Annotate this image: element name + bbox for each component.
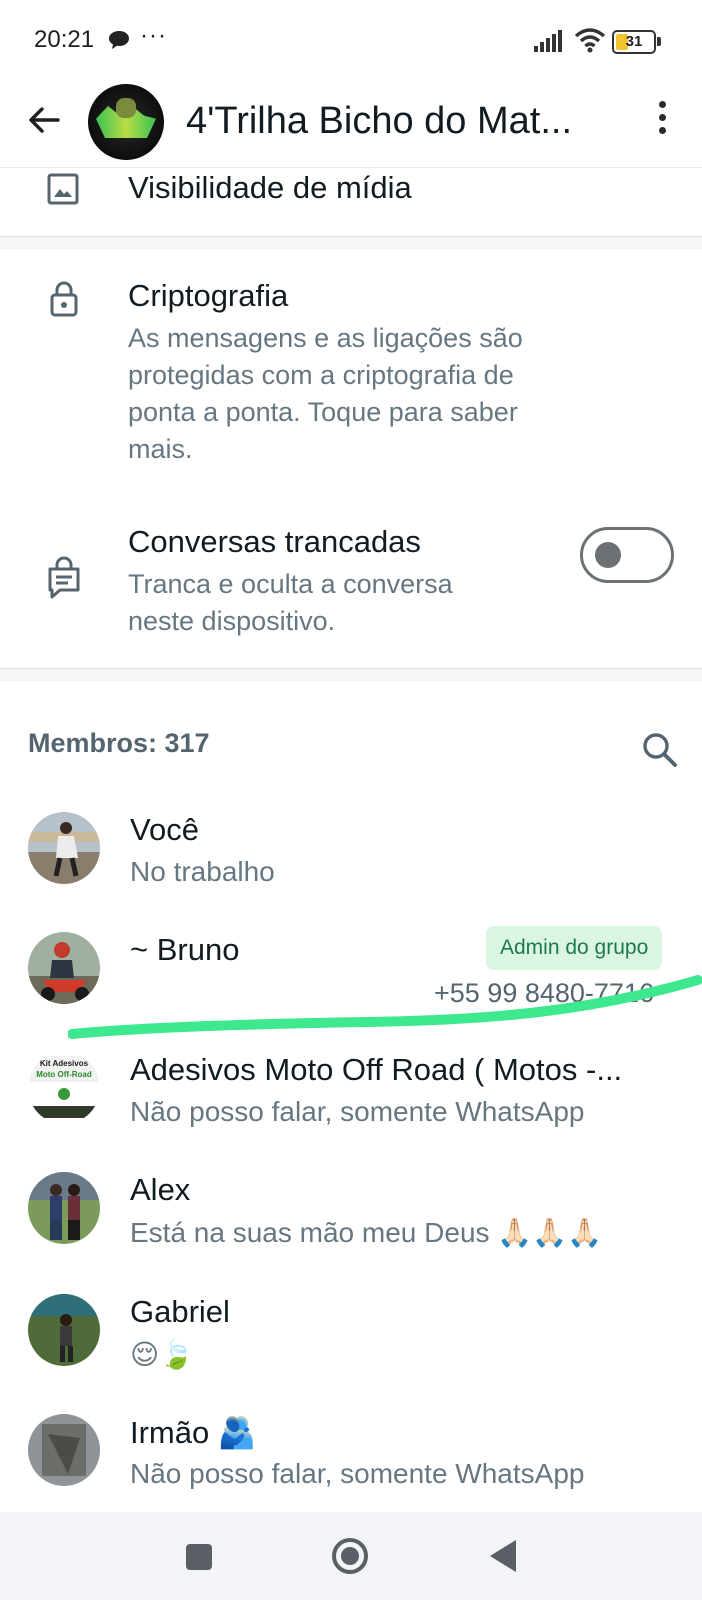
media-visibility-row[interactable]: Visibilidade de mídia (0, 168, 702, 236)
encryption-title: Criptografia (128, 278, 289, 313)
overflow-menu-icon[interactable] (644, 98, 680, 142)
member-name: Você (130, 812, 199, 847)
encryption-description: As mensagens e as ligações são protegida… (128, 323, 523, 464)
image-icon (47, 173, 79, 205)
member-name: Gabriel (130, 1294, 230, 1329)
locked-chats-title: Conversas trancadas (128, 524, 421, 559)
more-notifications-icon: ··· (140, 22, 167, 49)
member-avatar (28, 932, 100, 1004)
member-name: Alex (130, 1172, 191, 1207)
member-name: Irmão 🫂 (130, 1415, 257, 1450)
member-status: 😌🍃 (130, 1339, 195, 1370)
member-status: Está na suas mão meu Deus 🙏🏻🙏🏻🙏🏻 (130, 1217, 602, 1248)
member-avatar (28, 1172, 100, 1244)
member-phone: +55 99 8480-7716 (434, 978, 654, 1008)
member-name: Adesivos Moto Off Road ( Motos -... (130, 1052, 623, 1087)
member-avatar (28, 1414, 100, 1486)
app-bar: 4'Trilha Bicho do Mat... (0, 84, 702, 168)
toggle-knob (595, 542, 621, 568)
group-name[interactable]: 4'Trilha Bicho do Mat... (186, 100, 616, 143)
wifi-icon (574, 28, 606, 53)
locked-chat-icon (48, 556, 80, 599)
member-row-gabriel[interactable]: Gabriel 😌🍃 (0, 1294, 702, 1414)
clock: 20:21 (34, 26, 95, 53)
member-avatar (28, 1294, 100, 1366)
recents-button[interactable] (186, 1544, 212, 1570)
member-row-adesivos[interactable]: Kit Adesivos Moto Off-Road Adesivos Moto… (0, 1052, 702, 1172)
member-name: ~ Bruno (130, 932, 240, 967)
status-bar: 20:21 ··· 31 (0, 0, 702, 84)
back-nav-button[interactable] (488, 1538, 518, 1574)
group-logo-figure (116, 98, 136, 118)
encryption-row[interactable]: Criptografia As mensagens e as ligações … (0, 272, 702, 472)
locked-chats-description: Tranca e oculta a conversa neste disposi… (128, 569, 453, 636)
back-arrow-icon[interactable] (22, 98, 66, 142)
chat-notification-icon (109, 31, 129, 49)
section-divider (0, 236, 702, 250)
locked-chats-toggle[interactable] (580, 527, 674, 583)
avatar-text-line-1: Kit Adesivos (40, 1059, 89, 1068)
members-count-header: Membros: 317 (28, 728, 210, 758)
home-button[interactable] (330, 1536, 370, 1576)
media-visibility-title: Visibilidade de mídia (128, 170, 412, 205)
admin-badge: Admin do grupo (486, 926, 663, 970)
group-avatar[interactable] (88, 84, 164, 160)
member-avatar (28, 812, 100, 884)
signal-icon (534, 30, 562, 52)
member-status: Não posso falar, somente WhatsApp (130, 1458, 585, 1489)
section-divider (0, 668, 702, 682)
battery-icon: 31 (612, 30, 656, 54)
battery-level: 31 (625, 33, 643, 50)
battery-cap (657, 37, 661, 46)
member-status: Não posso falar, somente WhatsApp (130, 1096, 585, 1127)
member-row-alex[interactable]: Alex Está na suas mão meu Deus 🙏🏻🙏🏻🙏🏻 (0, 1172, 702, 1292)
system-nav-bar (0, 1512, 702, 1600)
member-row-voce[interactable]: Você No trabalho (0, 812, 702, 932)
search-icon[interactable] (640, 730, 680, 770)
member-status: No trabalho (130, 856, 275, 887)
lock-icon (50, 281, 78, 317)
member-avatar: Kit Adesivos Moto Off-Road (28, 1052, 100, 1124)
avatar-text-line-2: Moto Off-Road (36, 1070, 92, 1079)
